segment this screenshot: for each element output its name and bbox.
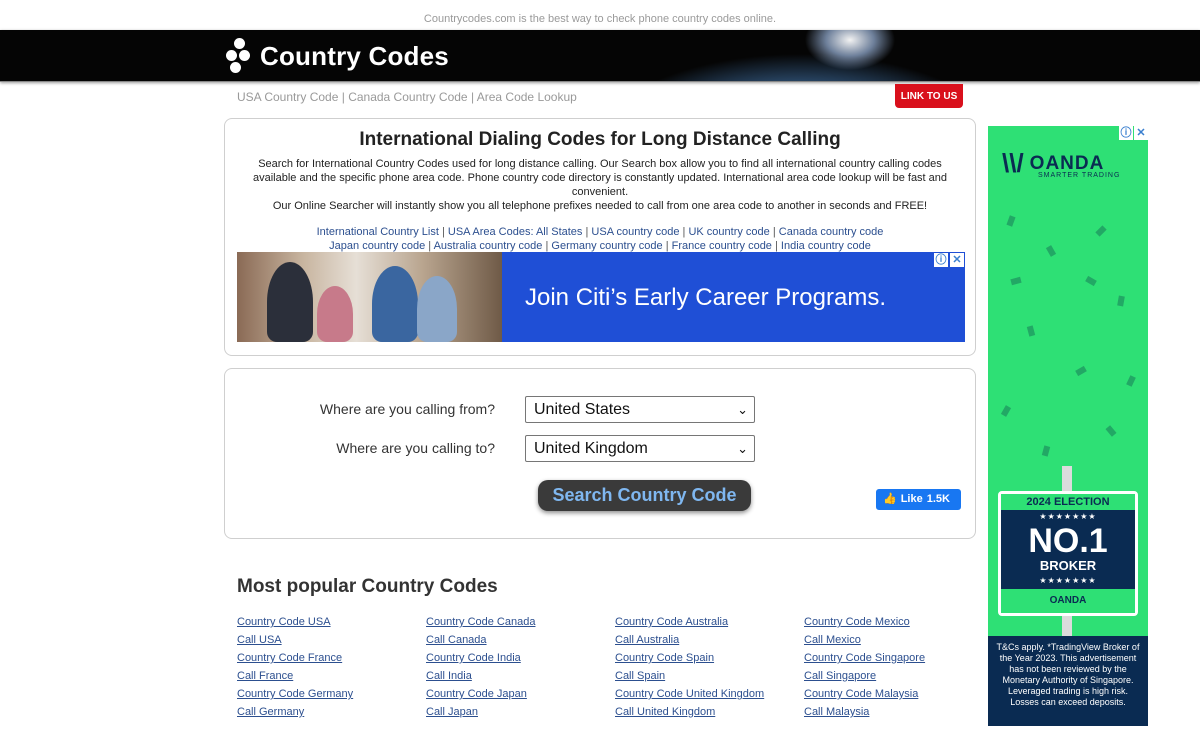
facebook-like-button[interactable]: 👍 Like 1.5K — [876, 489, 961, 510]
thumbs-up-icon: 👍 — [883, 493, 897, 505]
search-country-code-button[interactable]: Search Country Code — [538, 480, 751, 511]
link-uk-country-code[interactable]: UK country code — [688, 226, 769, 238]
chevron-down-icon: ⌄ — [737, 402, 748, 417]
popular-link[interactable]: Call Japan — [426, 705, 615, 719]
search-card: Where are you calling from? United State… — [224, 368, 976, 539]
intro-paragraph-1: Search for International Country Codes u… — [252, 158, 948, 198]
ad-close-icon[interactable]: ✕ — [1134, 126, 1148, 140]
link-to-us-button[interactable]: LINK TO US — [895, 84, 963, 108]
ad-info-icon[interactable]: ⓘ — [934, 253, 948, 267]
like-count: 1.5K — [926, 493, 950, 505]
popular-link[interactable]: Call Malaysia — [804, 705, 977, 719]
sign-year: 2024 ELECTION — [1001, 494, 1135, 510]
subnav-usa-country-code[interactable]: USA Country Code — [237, 90, 338, 104]
subnav-area-code-lookup[interactable]: Area Code Lookup — [477, 90, 577, 104]
oanda-side-ad[interactable]: ⓘ ✕ \\/ OANDA SMARTER TRADING 2024 ELECT… — [988, 126, 1148, 726]
calling-to-label: Where are you calling to? — [336, 440, 495, 456]
election-sign: 2024 ELECTION ★★★★★★★ NO.1 BROKER ★★★★★★… — [998, 491, 1138, 616]
popular-link[interactable]: Country Code Germany — [237, 687, 426, 701]
earth-image — [620, 30, 1000, 81]
popular-links-grid: Country Code USA Country Code Canada Cou… — [237, 615, 977, 719]
citi-ad-banner[interactable]: Join Citi’s Early Career Programs. ⓘ ✕ — [237, 252, 965, 342]
popular-link[interactable]: Country Code Japan — [426, 687, 615, 701]
ad-info-icon[interactable]: ⓘ — [1119, 126, 1133, 140]
chevron-down-icon: ⌄ — [737, 441, 748, 456]
popular-heading: Most popular Country Codes — [237, 576, 498, 597]
page-title: International Dialing Codes for Long Dis… — [359, 129, 841, 150]
calling-from-label: Where are you calling from? — [319, 401, 495, 417]
link-germany-country-code[interactable]: Germany country code — [551, 240, 662, 252]
ad-headline: Join Citi’s Early Career Programs. — [525, 284, 886, 311]
link-canada-country-code[interactable]: Canada country code — [779, 226, 884, 238]
popular-link[interactable]: Country Code France — [237, 651, 426, 665]
sign-no1: NO.1 — [1028, 522, 1108, 560]
popular-link[interactable]: Country Code USA — [237, 615, 426, 629]
calling-to-select[interactable]: United Kingdom ⌄ — [525, 435, 755, 462]
subnav: USA Country Code | Canada Country Code |… — [237, 90, 577, 104]
intro-text: Search for International Country Codes u… — [247, 157, 953, 213]
link-india-country-code[interactable]: India country code — [781, 240, 871, 252]
ad-disclaimer: T&Cs apply. *TradingView Broker of the Y… — [988, 636, 1148, 726]
subnav-canada-country-code[interactable]: Canada Country Code — [348, 90, 467, 104]
logo-dots-icon — [226, 38, 252, 74]
popular-link[interactable]: Call India — [426, 669, 615, 683]
calling-from-value: United States — [534, 401, 631, 418]
popular-link[interactable]: Country Code Singapore — [804, 651, 977, 665]
intro-card: International Dialing Codes for Long Dis… — [224, 118, 976, 356]
sign-brand: OANDA — [1001, 589, 1135, 613]
calling-from-select[interactable]: United States ⌄ — [525, 396, 755, 423]
link-japan-country-code[interactable]: Japan country code — [329, 240, 425, 252]
site-tagline: Countrycodes.com is the best way to chec… — [423, 13, 777, 25]
popular-link[interactable]: Call Germany — [237, 705, 426, 719]
stars-icon: ★★★★★★★ — [1039, 576, 1097, 585]
popular-link[interactable]: Country Code Australia — [615, 615, 804, 629]
ad-choices[interactable]: ⓘ ✕ — [934, 253, 964, 267]
header-banner — [0, 30, 1200, 82]
link-usa-country-code[interactable]: USA country code — [591, 226, 679, 238]
logo-text: Country Codes — [260, 40, 449, 71]
popular-link[interactable]: Country Code India — [426, 651, 615, 665]
link-australia-country-code[interactable]: Australia country code — [434, 240, 543, 252]
popular-link[interactable]: Country Code Canada — [426, 615, 615, 629]
popular-link[interactable]: Country Code Mexico — [804, 615, 977, 629]
sign-broker: BROKER — [1039, 558, 1097, 573]
ad-choices[interactable]: ⓘ ✕ — [1119, 126, 1148, 140]
popular-link[interactable]: Call USA — [237, 633, 426, 647]
link-usa-area-codes[interactable]: USA Area Codes: All States — [448, 226, 583, 238]
like-label: Like — [900, 493, 923, 505]
popular-link[interactable]: Call France — [237, 669, 426, 683]
ad-close-icon[interactable]: ✕ — [950, 253, 964, 267]
oanda-mark-icon: \\/ — [1002, 148, 1024, 178]
oanda-subtitle: SMARTER TRADING — [1038, 172, 1121, 179]
ad-photo — [237, 252, 502, 342]
popular-link[interactable]: Country Code Malaysia — [804, 687, 977, 701]
popular-link[interactable]: Call Australia — [615, 633, 804, 647]
link-international-country-list[interactable]: International Country List — [317, 226, 439, 238]
quick-links: International Country List | USA Area Co… — [316, 226, 884, 252]
popular-link[interactable]: Call United Kingdom — [615, 705, 804, 719]
intro-paragraph-2: Our Online Searcher will instantly show … — [272, 200, 928, 212]
link-france-country-code[interactable]: France country code — [672, 240, 772, 252]
calling-to-value: United Kingdom — [534, 440, 648, 457]
popular-link[interactable]: Call Mexico — [804, 633, 977, 647]
site-logo[interactable]: Country Codes — [226, 38, 449, 74]
popular-link[interactable]: Country Code Spain — [615, 651, 804, 665]
stars-icon: ★★★★★★★ — [1039, 512, 1097, 521]
popular-link[interactable]: Call Singapore — [804, 669, 977, 683]
popular-link[interactable]: Call Canada — [426, 633, 615, 647]
popular-link[interactable]: Country Code United Kingdom — [615, 687, 804, 701]
popular-link[interactable]: Call Spain — [615, 669, 804, 683]
